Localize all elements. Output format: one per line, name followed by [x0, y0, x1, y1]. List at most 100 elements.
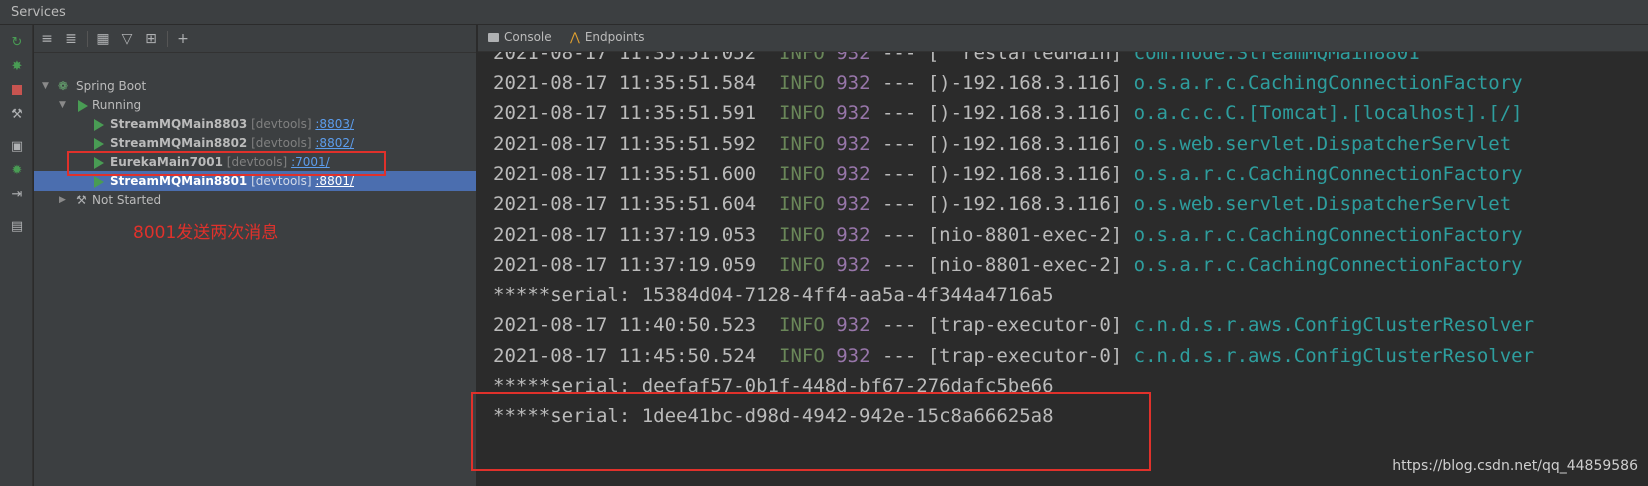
new-tab-icon[interactable]: ⊞ [142, 30, 160, 48]
log-line: 2021-08-17 11:35:51.592 INFO 932 --- [)-… [493, 128, 1511, 160]
log-pid: 932 [836, 193, 871, 216]
log-logger: o.s.web.servlet.DispatcherServlet [1133, 193, 1512, 216]
log-level: INFO [779, 132, 825, 155]
log-line: 2021-08-17 11:37:19.059 INFO 932 --- [ni… [493, 249, 1523, 281]
log-line: 2021-08-17 11:35:51.604 INFO 932 --- [)-… [493, 188, 1511, 220]
tree-toolbar: ≡ ≣ ▦ ▽ ⊞ + [34, 25, 476, 53]
log-logger: o.s.a.r.c.CachingConnectionFactory [1133, 162, 1523, 185]
chevron-right-icon[interactable]: ▶ [59, 190, 66, 210]
run-icon [94, 175, 104, 188]
log-line: 2021-08-17 11:35:51.584 INFO 932 --- [)-… [493, 67, 1523, 99]
highlight-box [471, 392, 1151, 471]
tree-node-label: Not Started [92, 193, 162, 207]
tab-endpoints[interactable]: ⋀ Endpoints [570, 30, 645, 44]
tree-node-label: Running [92, 98, 142, 112]
service-tag: [devtools] [251, 174, 312, 188]
log-thread: --- [)-192.168.3.116] [870, 72, 1134, 94]
log-logger: c.n.d.s.r.aws.ConfigClusterResolver [1133, 344, 1535, 367]
stop-icon[interactable] [8, 81, 26, 99]
service-name: StreamMQMain8803 [110, 117, 248, 131]
wrench-icon: ⚒ [76, 193, 87, 207]
tab-console[interactable]: Console [488, 30, 552, 44]
tree-node-running[interactable]: ▼ Running [34, 95, 476, 115]
log-thread: --- [)-192.168.3.116] [870, 162, 1134, 185]
service-name: StreamMQMain8801 [110, 174, 248, 188]
log-logger: o.s.a.r.c.CachingConnectionFactory [1133, 223, 1523, 246]
run-icon [94, 137, 104, 150]
expand-all-icon[interactable]: ≡ [38, 30, 56, 48]
log-level: INFO [779, 72, 825, 94]
console-icon [488, 32, 499, 42]
log-thread: --- [trap-executor-0] [870, 344, 1134, 367]
filter-icon[interactable]: ▽ [118, 30, 136, 48]
log-pid: 932 [836, 72, 871, 94]
group-icon[interactable]: ▦ [94, 30, 112, 48]
log-line: 2021-08-17 11:40:50.523 INFO 932 --- [tr… [493, 309, 1534, 341]
tab-label: Endpoints [584, 30, 645, 44]
log-level: INFO [779, 314, 825, 337]
layout-icon[interactable]: ▤ [8, 217, 26, 235]
log-timestamp: 2021-08-17 11:45:50.524 [493, 344, 757, 367]
annotation-note: 8001发送两次消息 [133, 223, 279, 243]
run-icon [94, 118, 104, 131]
service-port-link[interactable]: :8802/ [315, 136, 354, 150]
service-port-link[interactable]: :8801/ [315, 174, 354, 188]
window-title: Services [11, 5, 66, 20]
log-thread: --- [)-192.168.3.116] [870, 102, 1134, 125]
services-tree-pane: ≡ ≣ ▦ ▽ ⊞ + ▼ ❁ Spring Boot ▼ Running St… [34, 25, 476, 486]
log-pid: 932 [836, 223, 871, 246]
highlight-box [67, 151, 386, 176]
spring-boot-icon: ❁ [58, 79, 69, 93]
snapshot-camera-icon[interactable]: ▣ [8, 137, 26, 155]
log-pid: 932 [836, 162, 871, 185]
log-pid: 932 [836, 132, 871, 155]
tree-node-spring-boot[interactable]: ▼ ❁ Spring Boot [34, 76, 476, 96]
log-level: INFO [779, 223, 825, 246]
endpoints-icon: ⋀ [570, 30, 580, 44]
collapse-all-icon[interactable]: ≣ [62, 30, 80, 48]
login-exit-icon[interactable]: ⇥ [8, 185, 26, 203]
tree-node-label: Spring Boot [76, 79, 147, 93]
log-level: INFO [779, 253, 825, 276]
log-line: 2021-08-17 11:37:19.053 INFO 932 --- [ni… [493, 219, 1523, 251]
watermark: https://blog.csdn.net/qq_44859586 [1392, 458, 1638, 474]
log-timestamp: 2021-08-17 11:35:51.604 [493, 193, 757, 216]
log-timestamp: 2021-08-17 11:37:19.053 [493, 223, 757, 246]
settings-wrench-icon[interactable]: ⚒ [8, 105, 26, 123]
log-thread: --- [)-192.168.3.116] [870, 193, 1134, 216]
log-pid: 932 [836, 344, 871, 367]
service-tag: [devtools] [251, 136, 312, 150]
debug-config-icon[interactable]: ✹ [8, 161, 26, 179]
log-line: 2021-08-17 11:45:50.524 INFO 932 --- [tr… [493, 340, 1534, 372]
chevron-down-icon[interactable]: ▼ [42, 76, 49, 96]
console-tab-bar: Console ⋀ Endpoints [478, 25, 1648, 52]
rerun-icon[interactable]: ↻ [8, 33, 26, 51]
log-thread: --- [nio-8801-exec-2] [870, 253, 1134, 276]
chevron-down-icon[interactable]: ▼ [59, 95, 66, 115]
service-item[interactable]: StreamMQMain8802 [devtools] :8802/ [34, 133, 476, 153]
log-thread: --- [trap-executor-0] [870, 314, 1134, 337]
log-pid: 932 [836, 253, 871, 276]
log-timestamp: 2021-08-17 11:37:19.059 [493, 253, 757, 276]
log-level: INFO [779, 344, 825, 367]
service-port-link[interactable]: :8803/ [315, 117, 354, 131]
log-logger: o.s.a.r.c.CachingConnectionFactory [1133, 72, 1523, 94]
log-pid: 932 [836, 102, 871, 125]
log-logger: c.n.d.s.r.aws.ConfigClusterResolver [1133, 314, 1535, 337]
tree-node-not-started[interactable]: ▶ ⚒ Not Started [34, 190, 476, 210]
log-timestamp: 2021-08-17 11:35:51.584 [493, 72, 757, 94]
add-icon[interactable]: + [174, 30, 192, 48]
log-timestamp: 2021-08-17 11:35:51.592 [493, 132, 757, 155]
log-timestamp: 2021-08-17 11:35:51.600 [493, 162, 757, 185]
service-tag: [devtools] [251, 117, 312, 131]
debug-icon[interactable]: ✸ [8, 57, 26, 75]
service-item[interactable]: StreamMQMain8803 [devtools] :8803/ [34, 114, 476, 134]
log-timestamp: 2021-08-17 11:35:51.591 [493, 102, 757, 125]
log-logger: o.s.web.servlet.DispatcherServlet [1133, 132, 1512, 155]
left-toolbar: ↻ ✸ ⚒ ▣ ✹ ⇥ ▤ [0, 25, 33, 486]
log-line: 2021-08-17 11:35:51.600 INFO 932 --- [)-… [493, 158, 1523, 190]
log-line: *****serial: 15384d04-7128-4ff4-aa5a-4f3… [493, 284, 1054, 307]
log-level: INFO [779, 102, 825, 125]
log-logger: o.s.a.r.c.CachingConnectionFactory [1133, 253, 1523, 276]
tab-label: Console [504, 30, 552, 44]
